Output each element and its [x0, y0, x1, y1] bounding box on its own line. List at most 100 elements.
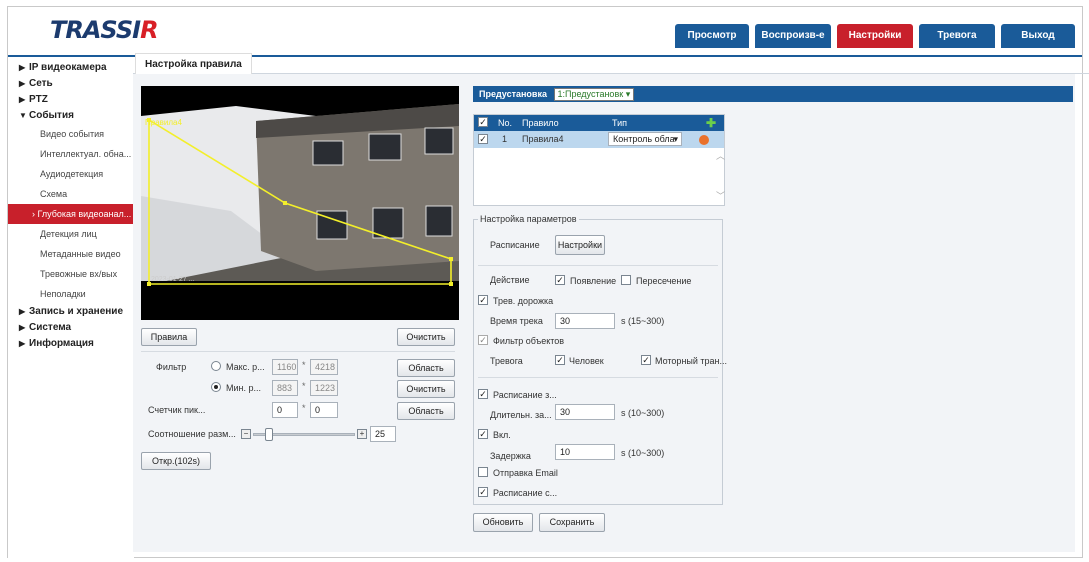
min-width-input[interactable]: 883: [272, 380, 298, 396]
pixel-width-input[interactable]: 0: [272, 402, 298, 418]
schedule-z-checkbox[interactable]: ✓: [478, 389, 488, 399]
preset-label: Предустановка: [479, 89, 547, 99]
enable-checkbox[interactable]: ✓: [478, 429, 488, 439]
tab-rule-settings[interactable]: Настройка правила: [135, 53, 252, 74]
email-checkbox[interactable]: [478, 467, 488, 477]
divider: [478, 265, 718, 266]
track-time-input[interactable]: 30: [555, 313, 615, 329]
triangle-down-icon: ▼: [19, 111, 27, 120]
ratio-decrease-button[interactable]: −: [241, 429, 251, 439]
rule-type-select[interactable]: Контроль обла ▾: [608, 132, 682, 146]
max-width-input[interactable]: 1160: [272, 359, 298, 375]
appear-checkbox[interactable]: ✓: [555, 275, 565, 285]
max-size-radio[interactable]: [211, 361, 221, 371]
ratio-label: Соотношение разм...: [148, 429, 236, 439]
sidebar-subitem-label: Схема: [40, 189, 68, 199]
save-button[interactable]: Сохранить: [539, 513, 605, 532]
times-sign: *: [302, 381, 306, 391]
enable-label: Вкл.: [493, 430, 511, 440]
duration-input[interactable]: 30: [555, 404, 615, 420]
object-filter-label: Фильтр объектов: [493, 336, 565, 346]
sidebar-subitem[interactable]: Интеллектуал. обна...: [8, 144, 134, 164]
vehicle-label: Моторный тран...: [655, 356, 728, 366]
row-rule-name: Правила4: [522, 134, 564, 144]
schedule-settings-button[interactable]: Настройки: [555, 235, 605, 255]
schedule-label: Расписание: [490, 240, 540, 250]
open-button[interactable]: Откр.(102s): [141, 452, 211, 470]
tab-alarm[interactable]: Тревога: [919, 24, 995, 48]
object-filter-checkbox[interactable]: ✓: [478, 335, 488, 345]
sidebar-item-network[interactable]: ▶ Сеть: [8, 76, 134, 92]
clear-button[interactable]: Очистить: [397, 328, 455, 346]
sidebar-item-recording[interactable]: ▶ Запись и хранение: [8, 304, 134, 320]
sidebar-item-system[interactable]: ▶ Система: [8, 320, 134, 336]
select-all-checkbox[interactable]: ✓: [478, 117, 488, 127]
ratio-slider-thumb[interactable]: [265, 428, 274, 441]
rules-table: ✓ No. Правило Тип ✚ ✓ 1 Правила4 Контрол…: [473, 114, 725, 206]
row-checkbox[interactable]: ✓: [478, 134, 488, 144]
trassir-logo: TRASSIR: [50, 16, 159, 44]
sidebar-item-ip-camera[interactable]: ▶ IP видеокамера: [8, 60, 134, 76]
delay-input[interactable]: 10: [555, 444, 615, 460]
sidebar-subitem[interactable]: Неполадки: [8, 284, 134, 304]
sidebar-subitem[interactable]: Аудиодетекция: [8, 164, 134, 184]
times-sign: *: [302, 403, 306, 413]
max-height-input[interactable]: 4218: [310, 359, 338, 375]
track-time-label: Время трека: [490, 316, 543, 326]
delay-range: s (10~300): [621, 448, 665, 458]
sidebar-subitem[interactable]: Детекция лиц: [8, 224, 134, 244]
col-no: No.: [498, 118, 513, 128]
sidebar-subitem[interactable]: › Глубокая видеоанал...: [8, 204, 134, 224]
preset-select[interactable]: 1:Предустановк ▾: [553, 88, 635, 102]
min-size-radio[interactable]: [211, 382, 221, 392]
cross-label: Пересечение: [636, 276, 692, 286]
video-preview[interactable]: Правила4 2023-01-27 ...: [141, 86, 459, 320]
sidebar-subitem-label: Детекция лиц: [40, 229, 97, 239]
events-submenu: Видео события Интеллектуал. обна... Аудиод…: [8, 124, 134, 304]
refresh-button[interactable]: Обновить: [473, 513, 533, 532]
sidebar-item-ptz[interactable]: ▶ PTZ: [8, 92, 134, 108]
table-row[interactable]: ✓ 1 Правила4 Контроль обла ▾: [474, 131, 724, 148]
add-rule-icon[interactable]: ✚: [706, 115, 716, 131]
sidebar-subitem-label: Видео события: [40, 129, 105, 139]
rules-button[interactable]: Правила: [141, 328, 197, 346]
sidebar-item-info[interactable]: ▶ Информация: [8, 336, 134, 352]
filter-label: Фильтр: [156, 362, 187, 372]
tab-logout[interactable]: Выход: [1001, 24, 1075, 48]
area-button[interactable]: Область: [397, 359, 455, 377]
row-no: 1: [502, 134, 508, 144]
sidebar-subitem[interactable]: Метаданные видео: [8, 244, 134, 264]
chevron-down-icon: ▾: [625, 89, 631, 100]
track-checkbox[interactable]: ✓: [478, 295, 488, 305]
schedule-c-checkbox[interactable]: ✓: [478, 487, 488, 497]
human-checkbox[interactable]: ✓: [555, 355, 565, 365]
min-height-input[interactable]: 1223: [310, 380, 338, 396]
sidebar-subitem[interactable]: Тревожные вх/вых: [8, 264, 134, 284]
tab-settings[interactable]: Настройки: [837, 24, 913, 48]
vehicle-checkbox[interactable]: ✓: [641, 355, 651, 365]
sidebar-subitem[interactable]: Схема: [8, 184, 134, 204]
camera-scene: [141, 86, 459, 320]
ratio-value-input[interactable]: 25: [370, 426, 396, 442]
top-navigation: Просмотр Воспроизв-е Настройки Тревога В…: [675, 24, 1075, 48]
tab-view[interactable]: Просмотр: [675, 24, 749, 48]
sidebar-subitem[interactable]: Видео события: [8, 124, 134, 144]
triangle-right-icon: ▶: [19, 339, 26, 348]
area-button-2[interactable]: Область: [397, 402, 455, 420]
track-time-range: s (15~300): [621, 316, 665, 326]
sidebar-subitem-label: Метаданные видео: [40, 249, 121, 259]
ratio-increase-button[interactable]: +: [357, 429, 367, 439]
clear-button-2[interactable]: Очистить: [397, 380, 455, 398]
tab-playback[interactable]: Воспроизв-е: [755, 24, 831, 48]
delete-rule-icon[interactable]: [699, 135, 709, 145]
pixel-height-input[interactable]: 0: [310, 402, 338, 418]
col-type: Тип: [612, 118, 628, 128]
sidebar-item-events[interactable]: ▼ События: [8, 108, 134, 124]
triangle-right-icon: ▶: [19, 307, 26, 316]
sidebar-subitem-label: Аудиодетекция: [40, 169, 104, 179]
sidebar-subitem-label: Тревожные вх/вых: [40, 269, 118, 279]
cross-checkbox[interactable]: [621, 275, 631, 285]
scroll-down-icon[interactable]: ﹀: [716, 189, 725, 202]
scroll-up-icon[interactable]: ︿: [716, 149, 725, 162]
duration-label: Длительн. за...: [490, 410, 552, 420]
